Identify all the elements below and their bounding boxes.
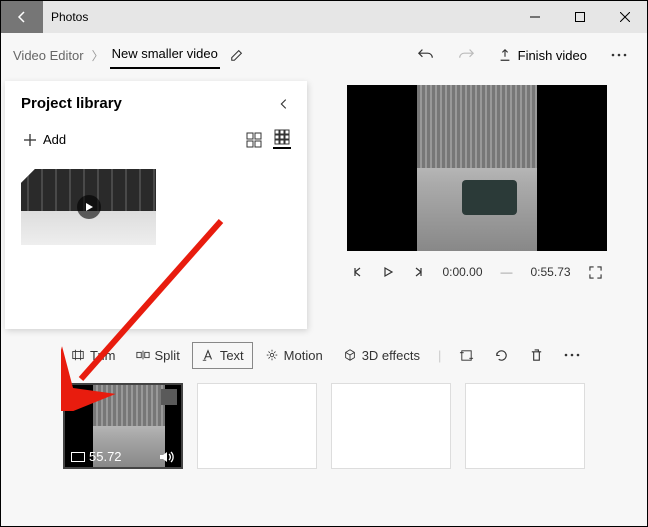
clip-volume-button[interactable] xyxy=(159,450,175,464)
finish-video-button[interactable]: Finish video xyxy=(488,42,597,69)
play-button[interactable] xyxy=(382,266,394,278)
split-label: Split xyxy=(155,348,180,363)
finish-video-label: Finish video xyxy=(518,48,587,63)
storyboard-empty-slot[interactable] xyxy=(465,383,585,469)
3d-effects-icon xyxy=(343,348,357,362)
add-media-button[interactable]: Add xyxy=(21,128,68,151)
storyboard-empty-slot[interactable] xyxy=(331,383,451,469)
undo-button[interactable] xyxy=(408,37,444,73)
window-controls xyxy=(512,1,647,33)
storyboard-more-button[interactable] xyxy=(556,348,588,362)
text-label: Text xyxy=(220,348,244,363)
split-icon xyxy=(136,348,150,362)
back-button[interactable] xyxy=(1,1,43,33)
more-icon xyxy=(564,353,580,357)
add-label: Add xyxy=(43,132,66,147)
edit-name-icon[interactable] xyxy=(230,48,244,62)
grid-small-view-button[interactable] xyxy=(273,131,291,149)
rotate-icon xyxy=(494,348,509,363)
collapse-library-button[interactable] xyxy=(277,97,291,111)
clip-duration: 55.72 xyxy=(89,449,122,464)
trim-button[interactable]: Trim xyxy=(63,343,124,368)
maximize-button[interactable] xyxy=(557,1,602,33)
storyboard-toolbar: Trim Split Text Motion 3D effects | xyxy=(1,329,647,377)
3d-effects-button[interactable]: 3D effects xyxy=(335,343,428,368)
crop-icon xyxy=(459,348,474,363)
top-toolbar: Video Editor 〉 New smaller video Finish … xyxy=(1,33,647,77)
motion-icon xyxy=(265,348,279,362)
breadcrumb-root[interactable]: Video Editor xyxy=(11,44,86,67)
video-preview[interactable] xyxy=(347,85,607,251)
3d-effects-label: 3D effects xyxy=(362,348,420,363)
breadcrumb-current[interactable]: New smaller video xyxy=(110,42,220,69)
text-icon xyxy=(201,348,215,362)
redo-button[interactable] xyxy=(448,37,484,73)
app-title: Photos xyxy=(43,10,88,24)
plus-icon xyxy=(23,133,37,147)
next-frame-button[interactable] xyxy=(412,266,424,278)
close-button[interactable] xyxy=(602,1,647,33)
delete-button[interactable] xyxy=(521,343,552,368)
resize-button[interactable] xyxy=(451,343,482,368)
current-time: 0:00.00 xyxy=(442,265,482,279)
duration-icon xyxy=(71,452,85,462)
clip-selection-checkbox[interactable] xyxy=(161,389,177,405)
grid-large-view-button[interactable] xyxy=(245,131,263,149)
minimize-button[interactable] xyxy=(512,1,557,33)
split-button[interactable]: Split xyxy=(128,343,188,368)
prev-frame-button[interactable] xyxy=(352,266,364,278)
play-overlay-icon xyxy=(77,195,101,219)
storyboard-clip[interactable]: 55.72 xyxy=(63,383,183,469)
fullscreen-button[interactable] xyxy=(589,266,602,279)
breadcrumb: Video Editor 〉 New smaller video xyxy=(11,42,244,69)
time-separator: — xyxy=(501,265,513,279)
library-video-thumbnail[interactable] xyxy=(21,169,156,245)
trash-icon xyxy=(529,348,544,363)
export-icon xyxy=(498,48,512,62)
more-button[interactable] xyxy=(601,37,637,73)
rotate-button[interactable] xyxy=(486,343,517,368)
titlebar: Photos xyxy=(1,1,647,33)
project-library-panel: Project library Add xyxy=(5,81,307,329)
total-duration: 0:55.73 xyxy=(531,265,571,279)
project-library-title: Project library xyxy=(21,95,122,112)
storyboard-empty-slot[interactable] xyxy=(197,383,317,469)
chevron-right-icon: 〉 xyxy=(86,47,110,64)
preview-panel: 0:00.00 — 0:55.73 xyxy=(307,77,647,329)
text-button[interactable]: Text xyxy=(192,342,253,369)
storyboard: 55.72 xyxy=(1,377,647,483)
trim-label: Trim xyxy=(90,348,116,363)
motion-button[interactable]: Motion xyxy=(257,343,331,368)
trim-icon xyxy=(71,348,85,362)
toolbar-separator: | xyxy=(432,348,447,363)
motion-label: Motion xyxy=(284,348,323,363)
